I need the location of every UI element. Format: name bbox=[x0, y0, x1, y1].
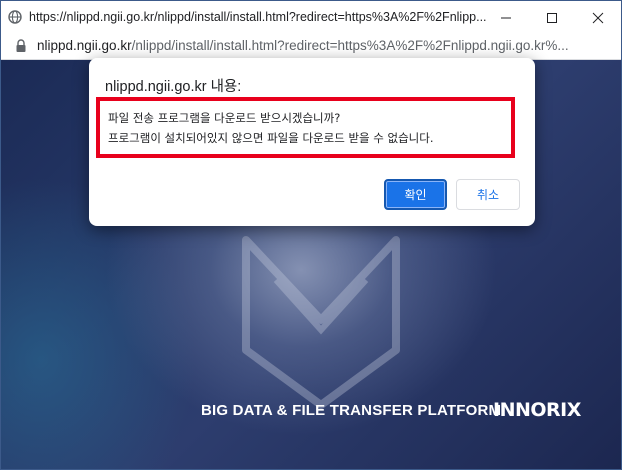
globe-icon bbox=[8, 10, 22, 24]
alert-dialog: nlippd.ngii.go.kr 내용: 파일 전송 프로그램을 다운로드 받… bbox=[89, 58, 535, 226]
close-button[interactable] bbox=[575, 1, 621, 34]
cancel-button[interactable]: 취소 bbox=[456, 179, 520, 210]
message-line-2: 프로그램이 설치되어있지 않으면 파일을 다운로드 받을 수 없습니다. bbox=[108, 131, 434, 145]
lock-icon bbox=[16, 39, 26, 52]
browser-window: https://nlippd.ngii.go.kr/nlippd/install… bbox=[0, 0, 622, 470]
minimize-icon bbox=[501, 17, 511, 18]
platform-tagline: BIG DATA & FILE TRANSFER PLATFORM bbox=[201, 402, 502, 419]
close-icon bbox=[592, 12, 604, 23]
dialog-origin: nlippd.ngii.go.kr 내용: bbox=[105, 79, 242, 95]
innorix-logo-watermark bbox=[242, 236, 400, 409]
window-title: https://nlippd.ngii.go.kr/nlippd/install… bbox=[29, 10, 487, 24]
message-line-1: 파일 전송 프로그램을 다운로드 받으시겠습니까? bbox=[108, 111, 341, 125]
url-path: /nlippd/install/install.html?redirect=ht… bbox=[131, 38, 569, 53]
maximize-icon bbox=[547, 12, 557, 23]
minimize-button[interactable] bbox=[483, 1, 529, 34]
url-text[interactable]: nlippd.ngii.go.kr/nlippd/install/install… bbox=[37, 38, 617, 53]
title-bar: https://nlippd.ngii.go.kr/nlippd/install… bbox=[1, 1, 621, 34]
maximize-button[interactable] bbox=[529, 1, 575, 34]
dialog-message: 파일 전송 프로그램을 다운로드 받으시겠습니까? 프로그램이 설치되어있지 않… bbox=[108, 108, 433, 148]
confirm-button[interactable]: 확인 bbox=[384, 179, 447, 210]
highlighted-message-box: 파일 전송 프로그램을 다운로드 받으시겠습니까? 프로그램이 설치되어있지 않… bbox=[96, 97, 515, 158]
address-bar[interactable]: nlippd.ngii.go.kr/nlippd/install/install… bbox=[1, 34, 621, 60]
url-host: nlippd.ngii.go.kr bbox=[37, 38, 132, 53]
brand-logo-text: INNORIX bbox=[493, 399, 581, 421]
